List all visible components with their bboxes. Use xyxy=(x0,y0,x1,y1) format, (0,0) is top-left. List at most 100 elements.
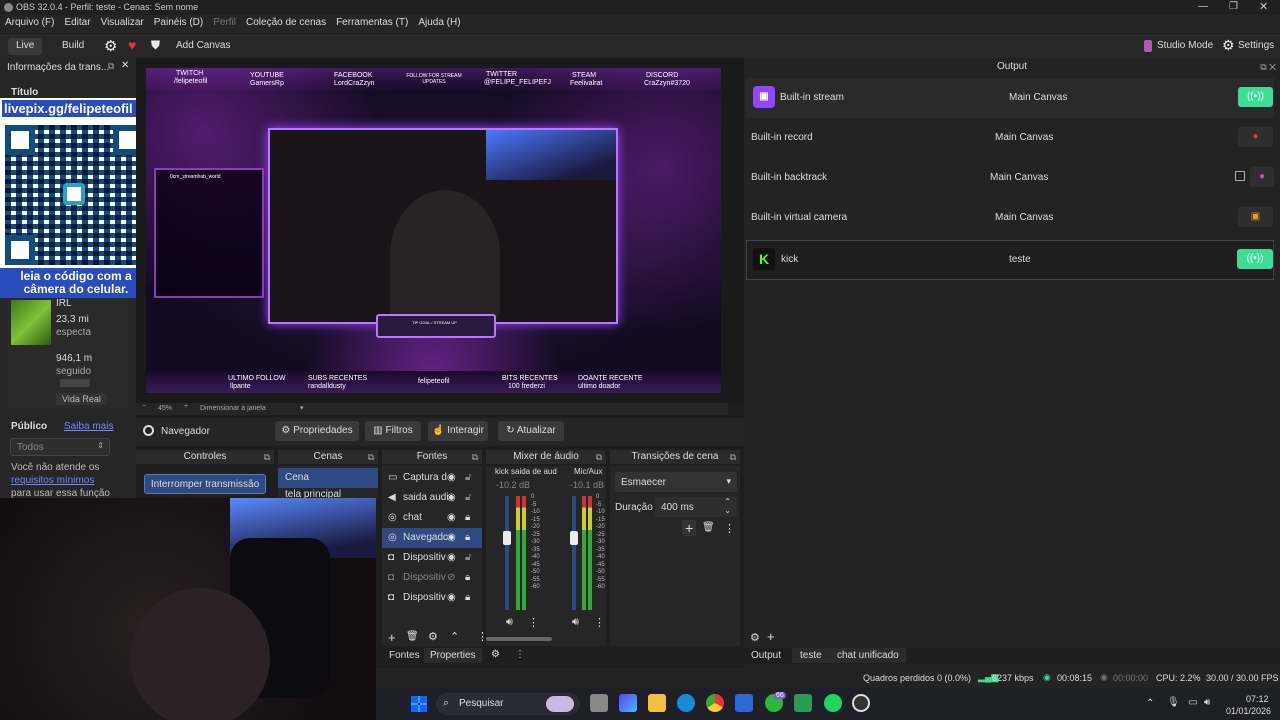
add-transition-icon[interactable]: + xyxy=(682,520,697,536)
mixer-more-icon[interactable]: ⋮ xyxy=(515,649,525,660)
copilot-icon[interactable] xyxy=(619,694,637,712)
windows-start-icon[interactable] xyxy=(411,696,427,712)
move-up-icon[interactable]: ⌃ xyxy=(450,630,459,643)
eye-icon[interactable]: ◉ xyxy=(447,548,456,568)
source-item[interactable]: ◘ Dispositiv ◉ 🔒︎ xyxy=(382,588,482,608)
float-icon[interactable]: ⧉ xyxy=(108,61,114,72)
tab-properties[interactable]: Properties xyxy=(424,648,482,663)
saiba-mais-link[interactable]: Saiba mais xyxy=(64,421,113,432)
float-icon[interactable]: ⧉ xyxy=(730,450,736,464)
tab-output[interactable]: Output xyxy=(751,650,781,661)
zoom-in-icon[interactable]: + xyxy=(184,403,188,410)
eye-icon[interactable]: ◉ xyxy=(447,588,456,608)
file-explorer-icon[interactable] xyxy=(648,694,666,712)
obs-taskbar-icon[interactable] xyxy=(852,694,870,712)
preview-canvas[interactable]: TWITCH /felipeteofil YOUTUBE GamersRp FA… xyxy=(146,68,721,393)
ch2-volume-slider[interactable] xyxy=(570,496,578,610)
transition-more-icon[interactable]: ⋮ xyxy=(724,522,735,535)
category-card[interactable]: IRL 23,3 mi especta 946,1 m seguido Vida… xyxy=(8,292,128,408)
menu-visualizar[interactable]: Visualizar xyxy=(96,15,149,30)
ch1-slider-handle[interactable] xyxy=(503,531,511,545)
source-item[interactable]: ◎ chat ◉ 🔒︎ xyxy=(382,508,482,528)
restore-icon[interactable]: ❐ xyxy=(1229,1,1238,12)
backtrack-checkbox[interactable] xyxy=(1235,171,1245,181)
duration-spinbox[interactable]: 400 ms ⌃ ⌄ xyxy=(655,497,737,517)
lock-icon[interactable]: 🔒︎ xyxy=(465,528,470,548)
output-add-icon[interactable]: + xyxy=(767,629,775,644)
filters-button[interactable]: ▥ Filtros xyxy=(365,421,421,441)
clock-time[interactable]: 07:12 xyxy=(1246,694,1269,704)
live-button[interactable]: Live xyxy=(8,38,43,55)
requirements-link[interactable]: requisitos mínimos xyxy=(11,475,94,486)
mail-icon[interactable] xyxy=(735,694,753,712)
ch2-more-icon[interactable]: ⋮ xyxy=(594,616,605,629)
eye-icon[interactable]: ◉ xyxy=(447,488,456,508)
close-dock-icon[interactable]: ✕ xyxy=(121,60,129,71)
backtrack-button[interactable]: ● xyxy=(1250,167,1274,187)
mixer-scrollbar[interactable] xyxy=(486,637,552,641)
volume-icon[interactable]: 🔊︎ xyxy=(1204,697,1210,708)
minimize-icon[interactable]: — xyxy=(1198,1,1208,12)
virtual-camera-button[interactable]: ▣ xyxy=(1238,207,1273,227)
lock-icon[interactable]: 🔒︎ xyxy=(465,568,470,588)
tab-chat-unificado[interactable]: chat unificado xyxy=(830,648,906,663)
eye-hidden-icon[interactable]: ⊘ xyxy=(447,568,455,588)
app-icon[interactable] xyxy=(794,694,812,712)
source-item[interactable]: ▭ Captura d ◉ 🔓︎ xyxy=(382,468,482,488)
task-view-icon[interactable] xyxy=(590,694,608,712)
ch1-volume-slider[interactable] xyxy=(503,496,511,610)
scale-chevron-icon[interactable]: ▾ xyxy=(300,404,304,412)
menu-arquivo[interactable]: Arquivo (F) xyxy=(0,15,59,30)
source-item[interactable]: ◎ Navegadc ◉ 🔒︎ xyxy=(382,528,482,548)
remove-transition-icon[interactable]: 🗑︎ xyxy=(702,522,715,533)
float-icon[interactable]: ⧉ xyxy=(264,450,270,464)
spotify-icon[interactable] xyxy=(824,694,842,712)
eye-icon[interactable]: ◉ xyxy=(447,508,456,528)
lock-icon[interactable]: 🔒︎ xyxy=(465,588,470,608)
shield-icon[interactable]: ⛊ xyxy=(151,38,160,53)
menu-ferramentas[interactable]: Ferramentas (T) xyxy=(331,15,413,30)
source-item[interactable]: ◘ Dispositiv ⊘ 🔒︎ xyxy=(382,568,482,588)
source-item[interactable]: ◘ Dispositiv ◉ 🔓︎ xyxy=(382,548,482,568)
close-icon[interactable]: ✕ xyxy=(1259,0,1268,13)
studio-mode-button[interactable]: Studio Mode xyxy=(1149,38,1221,55)
chrome-icon[interactable] xyxy=(706,694,724,712)
add-canvas-button[interactable]: Add Canvas xyxy=(168,38,238,55)
refresh-button[interactable]: ↻ Atualizar xyxy=(498,421,564,441)
menu-ajuda[interactable]: Ajuda (H) xyxy=(413,15,465,30)
kick-stream-button[interactable]: ((•)) xyxy=(1237,249,1273,269)
output-gear-icon[interactable]: ⚙ xyxy=(750,631,760,644)
spin-down-icon[interactable]: ⌄ xyxy=(724,506,731,515)
float-icon[interactable]: ⧉ ✕ xyxy=(1260,60,1276,74)
ch2-speaker-icon[interactable]: 🔊︎ xyxy=(572,616,579,629)
stop-stream-button[interactable]: Interromper transmissão xyxy=(144,474,266,494)
float-icon[interactable]: ⧉ xyxy=(368,450,374,464)
card-scroll[interactable] xyxy=(60,379,90,387)
menu-editar[interactable]: Editar xyxy=(59,15,95,30)
unlock-icon[interactable]: 🔓︎ xyxy=(465,488,471,508)
ch2-slider-handle[interactable] xyxy=(570,531,578,545)
eye-icon[interactable]: ◉ xyxy=(447,468,456,488)
add-source-icon[interactable]: + xyxy=(388,630,396,645)
float-icon[interactable]: ⧉ xyxy=(596,450,602,464)
gear-icon[interactable]: ⚙ xyxy=(104,37,117,55)
build-button[interactable]: Build xyxy=(54,38,92,55)
vida-real-tag[interactable]: Vida Real xyxy=(56,393,107,405)
tab-fontes[interactable]: Fontes xyxy=(389,650,420,661)
network-icon[interactable]: ▭ xyxy=(1188,697,1197,708)
taskbar-search[interactable]: ⌕ Pesquisar xyxy=(436,693,580,715)
clock-date[interactable]: 01/01/2026 xyxy=(1226,706,1271,716)
unlock-icon[interactable]: 🔓︎ xyxy=(465,468,471,488)
ch1-speaker-icon[interactable]: 🔊︎ xyxy=(506,616,513,629)
spin-up-icon[interactable]: ⌃ xyxy=(724,497,731,506)
ch1-more-icon[interactable]: ⋮ xyxy=(528,616,539,629)
interact-button[interactable]: ☝ Interagir xyxy=(428,421,488,441)
scale-select[interactable]: Dimensionar à janela xyxy=(200,405,266,412)
lock-icon[interactable]: 🔒︎ xyxy=(465,508,470,528)
edge-icon[interactable] xyxy=(677,694,695,712)
mixer-gear-icon[interactable]: ⚙ xyxy=(491,649,500,660)
source-gear-icon[interactable]: ⚙ xyxy=(428,630,438,643)
unlock-icon[interactable]: 🔓︎ xyxy=(465,548,471,568)
settings-button[interactable]: Settings xyxy=(1230,38,1280,55)
record-button[interactable]: ● xyxy=(1238,127,1273,147)
